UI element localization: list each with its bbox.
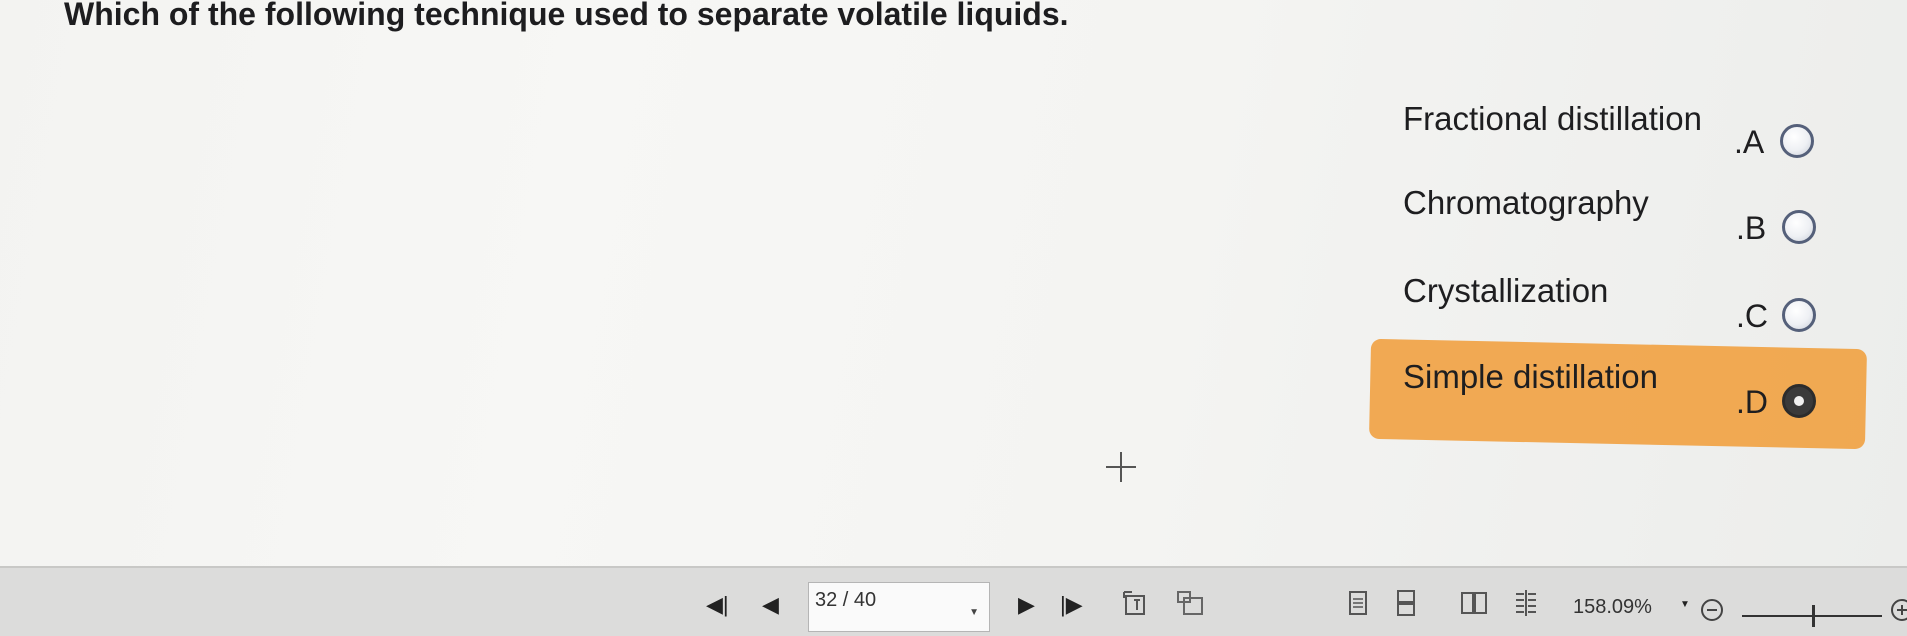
next-page-button[interactable]: ▶: [1018, 594, 1035, 616]
option-c-label[interactable]: Crystallization: [1403, 272, 1608, 310]
pdf-viewer-toolbar: ◀| ◀ 32 / 40 ▼ ▶ |▶ 158.09% ▼: [0, 566, 1907, 636]
option-a-label[interactable]: Fractional distillation: [1403, 100, 1702, 138]
question-text: Which of the following technique used to…: [64, 0, 1069, 32]
option-b-letter: .B: [1736, 210, 1767, 246]
two-page-continuous-icon[interactable]: [1512, 590, 1540, 616]
page-indicator: 32 / 40: [815, 589, 877, 611]
two-page-view-icon[interactable]: [1460, 590, 1488, 616]
option-a-letter: .A: [1734, 124, 1765, 160]
option-b-label[interactable]: Chromatography: [1403, 184, 1649, 222]
zoom-dropdown-chevron-icon[interactable]: ▼: [1680, 600, 1690, 610]
document-page: Which of the following technique used to…: [0, 0, 1907, 566]
fit-width-icon[interactable]: [1176, 590, 1204, 616]
chevron-down-icon[interactable]: ▼: [969, 607, 979, 618]
zoom-out-icon[interactable]: [1700, 598, 1724, 622]
crosshair-cursor-icon: [1106, 452, 1136, 482]
zoom-in-icon[interactable]: [1890, 598, 1907, 622]
option-c-radio[interactable]: [1782, 298, 1816, 332]
option-c-letter: .C: [1736, 298, 1768, 334]
fit-page-icon[interactable]: [1122, 590, 1150, 616]
last-page-button[interactable]: |▶: [1060, 594, 1083, 616]
option-d-label[interactable]: Simple distillation: [1403, 358, 1658, 396]
page-number-field[interactable]: 32 / 40 ▼: [808, 582, 990, 632]
zoom-level[interactable]: 158.09%: [1573, 596, 1652, 619]
option-d-radio[interactable]: [1782, 384, 1816, 418]
continuous-view-icon[interactable]: [1392, 590, 1420, 616]
option-a-radio[interactable]: [1780, 124, 1814, 158]
single-page-view-icon[interactable]: [1344, 590, 1372, 616]
first-page-button[interactable]: ◀|: [706, 594, 729, 616]
option-d-letter: .D: [1736, 384, 1768, 420]
zoom-slider-thumb[interactable]: [1812, 605, 1815, 627]
previous-page-button[interactable]: ◀: [762, 594, 779, 616]
option-b-radio[interactable]: [1782, 210, 1816, 244]
